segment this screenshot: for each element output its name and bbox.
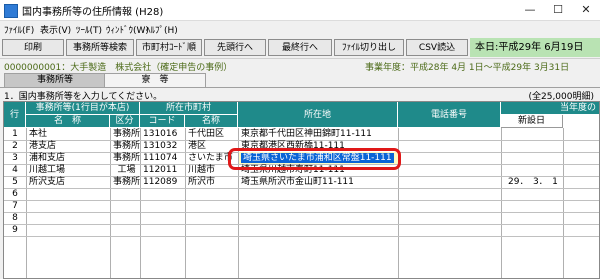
- new-date-cell[interactable]: [502, 164, 563, 176]
- city-code-cell[interactable]: 111074: [141, 152, 185, 164]
- city-code-cell[interactable]: 131016: [141, 128, 185, 140]
- menu-file[interactable]: ﾌｧｲﾙ(F): [4, 23, 34, 36]
- header-current-year: 当年度の: [501, 102, 599, 115]
- city-code-cell[interactable]: 112011: [141, 164, 185, 176]
- address-cell[interactable]: 東京都千代田区神田錦町11-111: [239, 128, 398, 140]
- header-office-group: 事務所等(1行目が本店): [26, 102, 140, 115]
- file-switch-button[interactable]: ﾌｧｲﾙ切り出し: [334, 39, 404, 56]
- category-cell[interactable]: 工場: [111, 164, 140, 176]
- header-city-name: 名称: [185, 115, 238, 128]
- office-name-cell[interactable]: 所沢支店: [27, 176, 110, 188]
- minimize-button[interactable]: —: [516, 0, 544, 20]
- tab-office[interactable]: 事務所等: [4, 73, 106, 87]
- row-number: 3: [12, 153, 18, 163]
- corp-info-bar: 0000000001：大手製造 株式会社（確定申告の事例） 事業年度：平成28年…: [0, 58, 600, 73]
- tab-dorm[interactable]: 寮 等: [104, 73, 206, 87]
- csv-import-button[interactable]: CSV読込: [406, 39, 468, 56]
- new-date-cell[interactable]: [502, 152, 563, 164]
- city-code-order-button[interactable]: 市町村ｺｰﾄﾞ順: [136, 39, 202, 56]
- last-row-button[interactable]: 最終行へ: [268, 39, 332, 56]
- header-row-number: 行: [4, 102, 26, 128]
- header-city-code: コード: [140, 115, 185, 128]
- today-date: 本日:平成29年 6月19日(月): [470, 38, 600, 72]
- row-number: 5: [12, 177, 18, 187]
- new-date-cell[interactable]: [502, 128, 563, 140]
- row-number: 9: [12, 225, 18, 235]
- city-name-cell: 所沢市: [188, 177, 216, 187]
- close-button[interactable]: ✕: [572, 0, 600, 20]
- office-name-cell[interactable]: 浦和支店: [27, 152, 110, 164]
- grid-line: [4, 200, 599, 201]
- menu-view[interactable]: 表示(V): [40, 23, 71, 36]
- header-address: 所在地: [238, 102, 398, 128]
- category-cell[interactable]: 事務所: [111, 128, 140, 140]
- corporation-name: 0000000001：大手製造 株式会社（確定申告の事例）: [4, 63, 233, 73]
- address-cell[interactable]: 埼玉県所沢市金山町11-111: [239, 176, 398, 188]
- grid-line: [4, 236, 599, 237]
- header-category: 区分: [110, 115, 140, 128]
- phone-cell[interactable]: [399, 152, 501, 164]
- row-number: 7: [12, 201, 18, 211]
- row-number: 2: [12, 141, 18, 151]
- category-cell[interactable]: 事務所: [111, 152, 140, 164]
- fiscal-year: 事業年度：平成28年 4月 1日～平成29年 3月31日: [365, 63, 570, 73]
- phone-cell[interactable]: [399, 176, 501, 188]
- city-code-cell[interactable]: 131032: [141, 140, 185, 152]
- grid-line: [4, 212, 599, 213]
- menu-help[interactable]: ﾍﾙﾌﾟ(H): [146, 23, 178, 36]
- highlight-ring: [228, 148, 401, 170]
- row-number: 4: [12, 165, 18, 175]
- tab-strip: 事務所等 寮 等: [0, 73, 600, 88]
- header-phone: 電話番号: [398, 102, 501, 128]
- office-name-cell[interactable]: 本社: [27, 128, 110, 140]
- first-row-button[interactable]: 先頭行へ: [204, 39, 266, 56]
- category-cell[interactable]: 事務所: [111, 140, 140, 152]
- header-new-date: 新設日: [501, 115, 563, 128]
- header-name: 名 称: [26, 115, 110, 128]
- city-code-cell[interactable]: 112089: [141, 176, 185, 188]
- grid-line: [4, 224, 599, 225]
- office-search-button[interactable]: 事務所等検索: [66, 39, 134, 56]
- window-title: 国内事務所等の住所情報 (H28): [22, 7, 164, 18]
- grid-line: [4, 188, 599, 189]
- row-number: 6: [12, 189, 18, 199]
- office-name-cell[interactable]: 川越工場: [27, 164, 110, 176]
- maximize-button[interactable]: ☐: [544, 0, 572, 20]
- phone-cell[interactable]: [399, 140, 501, 152]
- row-number: 1: [12, 129, 18, 139]
- app-icon: [4, 4, 18, 18]
- menu-bar: ﾌｧｲﾙ(F) 表示(V) ﾂｰﾙ(T) ｳｨﾝﾄﾞｳ(W) ﾍﾙﾌﾟ(H): [0, 21, 600, 37]
- menu-window[interactable]: ｳｨﾝﾄﾞｳ(W): [106, 23, 149, 36]
- new-date-cell[interactable]: 29． 3． 1: [502, 176, 563, 188]
- office-name-cell[interactable]: 港支店: [27, 140, 110, 152]
- menu-tools[interactable]: ﾂｰﾙ(T): [76, 23, 102, 36]
- header-city-group: 所在市町村: [140, 102, 238, 115]
- new-date-cell[interactable]: [502, 140, 563, 152]
- title-bar: 国内事務所等の住所情報 (H28) — ☐ ✕: [0, 0, 600, 21]
- phone-cell[interactable]: [399, 164, 501, 176]
- city-name-cell: 千代田区: [188, 129, 225, 139]
- phone-cell[interactable]: [399, 128, 501, 140]
- grid-line: [563, 128, 564, 278]
- category-cell[interactable]: 事務所: [111, 176, 140, 188]
- row-number: 8: [12, 213, 18, 223]
- print-button[interactable]: 印刷: [2, 39, 64, 56]
- office-grid: 行 事務所等(1行目が本店) 所在市町村 所在地 電話番号 当年度の 名 称 区…: [3, 101, 600, 279]
